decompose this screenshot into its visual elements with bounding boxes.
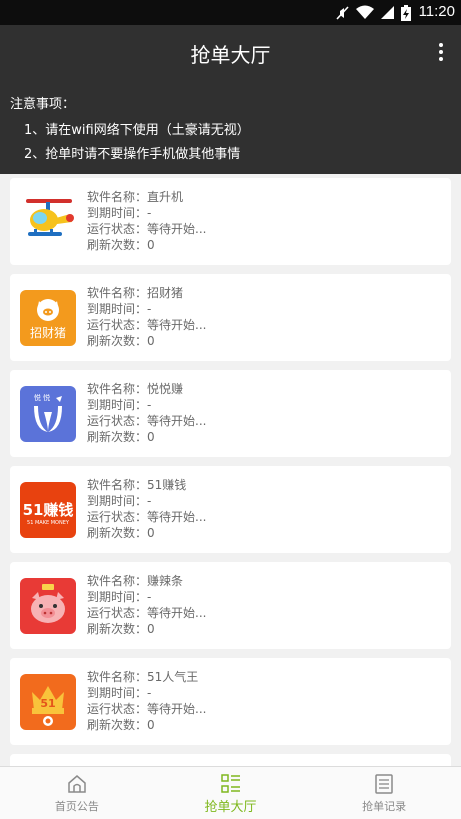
app-card[interactable]: 软件名称：直升机 到期时间：- 运行状态：等待开始... 刷新次数：0 (10, 178, 451, 265)
run-status: 运行状态：等待开始... (87, 222, 207, 236)
nav-item-hall[interactable]: 抢单大厅 (154, 767, 308, 819)
list-icon (220, 774, 240, 793)
home-icon (68, 775, 86, 793)
refresh-count: 刷新次数：0 (87, 238, 155, 252)
run-status: 运行状态：等待开始... (87, 606, 207, 620)
app-card[interactable]: 悦 悦 软件名称：悦悦赚 到期时间：- 运行状态：等待开始... 刷新次数：0 (10, 370, 451, 457)
app-card-list[interactable]: 软件名称：直升机 到期时间：- 运行状态：等待开始... 刷新次数：0 招财猪 … (0, 174, 461, 766)
expiry-time: 到期时间：- (87, 302, 152, 316)
status-time: 11:20 (418, 3, 455, 20)
nav-label: 抢单记录 (362, 800, 407, 813)
51-renqiwang-app-icon: 51 (20, 674, 76, 730)
app-name: 软件名称：直升机 (87, 190, 184, 204)
expiry-time: 到期时间：- (87, 686, 152, 700)
wifi-icon (356, 5, 374, 19)
app-card[interactable]: 招财猪 软件名称：招财猪 到期时间：- 运行状态：等待开始... 刷新次数：0 (10, 274, 451, 361)
notice-title: 注意事项： (10, 97, 76, 112)
app-card-info: 软件名称：悦悦赚 到期时间：- 运行状态：等待开始... 刷新次数：0 (87, 381, 206, 445)
app-card-info: 软件名称：51赚钱 到期时间：- 运行状态：等待开始... 刷新次数：0 (87, 477, 206, 541)
app-card[interactable]: 51 软件名称：51人气王 到期时间：- 运行状态：等待开始... 刷新次数：0 (10, 658, 451, 745)
mute-icon (336, 5, 349, 20)
status-bar: 11:20 (0, 0, 461, 25)
app-name: 软件名称：招财猪 (87, 286, 184, 300)
notice-line: 1、请在wifi网络下使用（土豪请无视） (24, 123, 250, 138)
helicopter-app-icon (20, 194, 76, 250)
app-name: 软件名称：赚辣条 (87, 574, 184, 588)
notice-panel: 注意事项： 1、请在wifi网络下使用（土豪请无视） 2、抢单时请不要操作手机做… (0, 79, 461, 174)
app-bar: 抢单大厅 (0, 25, 461, 79)
battery-icon (401, 4, 411, 21)
status-icons (336, 4, 411, 21)
app-card[interactable]: 软件名称：赚辣条 到期时间：- 运行状态：等待开始... 刷新次数：0 (10, 562, 451, 649)
app-name: 软件名称：悦悦赚 (87, 382, 184, 396)
more-dot-icon (439, 57, 443, 61)
refresh-count: 刷新次数：0 (87, 526, 155, 540)
more-options-button[interactable] (433, 37, 449, 67)
run-status: 运行状态：等待开始... (87, 510, 207, 524)
signal-icon (381, 6, 394, 19)
app-card[interactable]: 51赚钱 51 MAKE MONEY 软件名称：51赚钱 到期时间：- 运行状态… (10, 466, 451, 553)
refresh-count: 刷新次数：0 (87, 334, 155, 348)
expiry-time: 到期时间：- (87, 398, 152, 412)
app-card-info: 软件名称：直升机 到期时间：- 运行状态：等待开始... 刷新次数：0 (87, 189, 206, 253)
expiry-time: 到期时间：- (87, 494, 152, 508)
nav-item-home[interactable]: 首页公告 (0, 767, 154, 819)
refresh-count: 刷新次数：0 (87, 718, 155, 732)
nav-label: 首页公告 (54, 800, 99, 813)
bottom-nav: 首页公告 抢单大厅 抢单记录 (0, 766, 461, 819)
more-dot-icon (439, 50, 443, 54)
expiry-time: 到期时间：- (87, 590, 152, 604)
app-card-info: 软件名称：招财猪 到期时间：- 运行状态：等待开始... 刷新次数：0 (87, 285, 206, 349)
run-status: 运行状态：等待开始... (87, 414, 207, 428)
refresh-count: 刷新次数：0 (87, 430, 155, 444)
app-name: 软件名称：51赚钱 (87, 478, 187, 492)
app-name: 软件名称：51人气王 (87, 670, 199, 684)
notice-line: 2、抢单时请不要操作手机做其他事情 (24, 147, 241, 162)
app-card-info: 软件名称：51人气王 到期时间：- 运行状态：等待开始... 刷新次数：0 (87, 669, 206, 733)
51-zhuanqian-app-icon: 51赚钱 51 MAKE MONEY (20, 482, 76, 538)
app-icon-text: 招财猪 (30, 326, 66, 340)
document-icon (375, 774, 393, 794)
yueyuezhuan-app-icon: 悦 悦 (20, 386, 76, 442)
refresh-count: 刷新次数：0 (87, 622, 155, 636)
run-status: 运行状态：等待开始... (87, 318, 207, 332)
app-card-info: 软件名称：赚辣条 到期时间：- 运行状态：等待开始... 刷新次数：0 (87, 573, 206, 637)
app-icon-text: 悦 悦 (34, 393, 50, 402)
zhaocaizhu-app-icon: 招财猪 (20, 290, 76, 346)
app-icon-subtext: 51 MAKE MONEY (27, 520, 70, 526)
nav-label: 抢单大厅 (204, 800, 257, 815)
app-icon-text: 51 (40, 697, 55, 710)
zhuanlatiao-app-icon (20, 578, 76, 634)
page-title: 抢单大厅 (190, 43, 271, 67)
app-icon-text: 51赚钱 (23, 501, 74, 519)
run-status: 运行状态：等待开始... (87, 702, 207, 716)
app-card[interactable] (10, 754, 451, 766)
more-dot-icon (439, 43, 443, 47)
nav-item-records[interactable]: 抢单记录 (307, 767, 461, 819)
expiry-time: 到期时间：- (87, 206, 152, 220)
